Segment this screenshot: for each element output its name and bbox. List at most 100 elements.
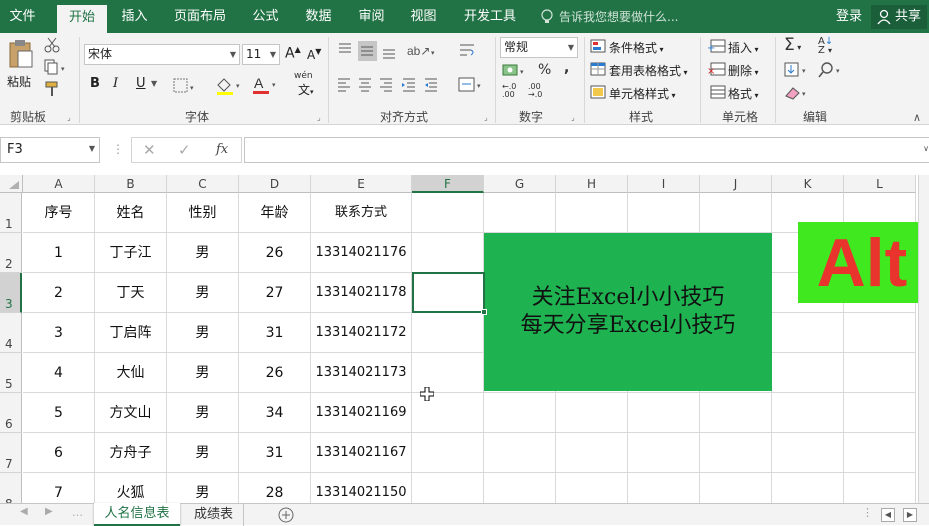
increase-decimal-icon[interactable]: ←.0.00 xyxy=(502,83,516,99)
cell-i6[interactable] xyxy=(628,393,700,433)
collapse-ribbon-icon[interactable]: ∧ xyxy=(913,111,921,124)
number-format-combo[interactable]: 常规 ▼ xyxy=(500,37,578,58)
percent-button[interactable]: % xyxy=(538,62,551,78)
horizontal-align-icons[interactable] xyxy=(337,76,449,94)
vertical-scrollbar[interactable] xyxy=(918,175,929,503)
cell-a4[interactable]: 3 xyxy=(23,313,95,353)
cell-k4[interactable] xyxy=(772,313,844,353)
fill-icon[interactable]: ▾ xyxy=(784,61,812,79)
cell-h1[interactable] xyxy=(556,193,628,233)
select-all-corner[interactable] xyxy=(0,175,23,193)
cell-e7[interactable]: 13314021167 xyxy=(311,433,412,473)
cell-k7[interactable] xyxy=(772,433,844,473)
tab-developer[interactable]: 开发工具 xyxy=(455,0,525,33)
decrease-decimal-icon[interactable]: .00 →.0 xyxy=(528,83,542,99)
vertical-align-icons[interactable]: ab↗ ▾ xyxy=(337,41,477,61)
expand-formula-icon[interactable]: ∨ xyxy=(923,144,929,153)
splitter-icon[interactable]: ⋮ xyxy=(862,506,873,519)
cell-a3[interactable]: 2 xyxy=(23,273,95,313)
cell-c4[interactable]: 男 xyxy=(167,313,239,353)
cell-e4[interactable]: 13314021172 xyxy=(311,313,412,353)
font-color-icon[interactable]: A ▾ xyxy=(251,74,281,96)
fill-color-icon[interactable]: ▾ xyxy=(215,76,245,96)
cell-h7[interactable] xyxy=(556,433,628,473)
font-name-combo[interactable]: 宋体 ▼ xyxy=(84,44,240,65)
column-header-j[interactable]: J xyxy=(700,175,772,193)
cell-d2[interactable]: 26 xyxy=(239,233,311,273)
add-sheet-icon[interactable] xyxy=(278,507,294,523)
column-header-l[interactable]: L xyxy=(844,175,916,193)
column-header-g[interactable]: G xyxy=(484,175,556,193)
cell-d8[interactable]: 28 xyxy=(239,473,311,503)
sheet-tab-scores[interactable]: 成绩表 xyxy=(184,504,244,526)
cell-j8[interactable] xyxy=(700,473,772,503)
cut-icon[interactable] xyxy=(44,37,60,53)
shrink-font-icon[interactable]: A▼ xyxy=(307,47,321,62)
insert-function-button[interactable]: fx xyxy=(216,142,228,157)
tab-data[interactable]: 数据 xyxy=(296,0,341,33)
check-icon[interactable]: ✓ xyxy=(178,141,191,159)
copy-icon[interactable]: ▾ xyxy=(44,59,70,75)
cell-b8[interactable]: 火狐 xyxy=(95,473,167,503)
tab-file[interactable]: 文件 xyxy=(0,0,45,33)
format-cells-button[interactable]: 格式 ▾ xyxy=(728,85,759,102)
cell-b7[interactable]: 方舟子 xyxy=(95,433,167,473)
cell-i8[interactable] xyxy=(628,473,700,503)
find-select-icon[interactable]: ▾ xyxy=(818,61,846,79)
cell-a1[interactable]: 序号 xyxy=(23,193,95,233)
more-sheets-icon[interactable]: … xyxy=(72,506,83,519)
cell-h8[interactable] xyxy=(556,473,628,503)
cell-g7[interactable] xyxy=(484,433,556,473)
row-header-2[interactable]: 2 xyxy=(0,233,22,273)
cell-l4[interactable] xyxy=(844,313,916,353)
cell-b3[interactable]: 丁天 xyxy=(95,273,167,313)
tab-formulas[interactable]: 公式 xyxy=(243,0,288,33)
cell-k5[interactable] xyxy=(772,353,844,393)
fill-handle[interactable] xyxy=(481,309,487,315)
cell-d4[interactable]: 31 xyxy=(239,313,311,353)
tab-insert[interactable]: 插入 xyxy=(112,0,157,33)
cell-e6[interactable]: 13314021169 xyxy=(311,393,412,433)
tab-page-layout[interactable]: 页面布局 xyxy=(165,0,235,33)
cell-d5[interactable]: 26 xyxy=(239,353,311,393)
cell-c1[interactable]: 性别 xyxy=(167,193,239,233)
tab-home[interactable]: 开始 xyxy=(57,5,107,33)
cell-style-button[interactable]: 单元格样式 ▾ xyxy=(609,85,676,102)
row-header-5[interactable]: 5 xyxy=(0,353,22,393)
cell-l8[interactable] xyxy=(844,473,916,503)
paste-button[interactable]: 粘贴 xyxy=(4,37,40,91)
sort-filter-icon[interactable]: A↓ Z ▾ xyxy=(818,37,833,56)
borders-icon[interactable]: ▾ xyxy=(173,78,199,94)
formula-input[interactable]: ∨ xyxy=(244,137,929,163)
grow-font-icon[interactable]: A▲ xyxy=(285,45,301,62)
wrap-text-icon[interactable] xyxy=(458,41,476,61)
login-link[interactable]: 登录 xyxy=(836,0,862,33)
scroll-right-icon[interactable]: ▶ xyxy=(45,506,53,517)
cell-i1[interactable] xyxy=(628,193,700,233)
cell-l6[interactable] xyxy=(844,393,916,433)
underline-button[interactable]: U xyxy=(136,76,146,91)
cell-a8[interactable]: 7 xyxy=(23,473,95,503)
cell-c5[interactable]: 男 xyxy=(167,353,239,393)
cell-b4[interactable]: 丁启阵 xyxy=(95,313,167,353)
column-header-f[interactable]: F xyxy=(412,175,484,193)
row-header-4[interactable]: 4 xyxy=(0,313,22,353)
cell-l5[interactable] xyxy=(844,353,916,393)
cell-b2[interactable]: 丁子江 xyxy=(95,233,167,273)
cell-d3[interactable]: 27 xyxy=(239,273,311,313)
cell-e1[interactable]: 联系方式 xyxy=(311,193,412,233)
promo-banner[interactable]: 关注Excel小小技巧 每天分享Excel小技巧 xyxy=(484,233,772,391)
cell-e3[interactable]: 13314021178 xyxy=(311,273,412,313)
cell-d6[interactable]: 34 xyxy=(239,393,311,433)
cell-f4[interactable] xyxy=(412,313,484,353)
cell-i7[interactable] xyxy=(628,433,700,473)
dialog-launcher-icon[interactable]: ⌟ xyxy=(317,113,321,122)
clear-icon[interactable]: ▾ xyxy=(784,84,812,102)
hscroll-right-icon[interactable]: ▶ xyxy=(903,508,917,522)
cell-d7[interactable]: 31 xyxy=(239,433,311,473)
cancel-icon[interactable]: ✕ xyxy=(143,141,156,159)
cell-c7[interactable]: 男 xyxy=(167,433,239,473)
conditional-format-button[interactable]: 条件格式 ▾ xyxy=(609,39,664,56)
cell-d1[interactable]: 年龄 xyxy=(239,193,311,233)
cell-e8[interactable]: 13314021150 xyxy=(311,473,412,503)
